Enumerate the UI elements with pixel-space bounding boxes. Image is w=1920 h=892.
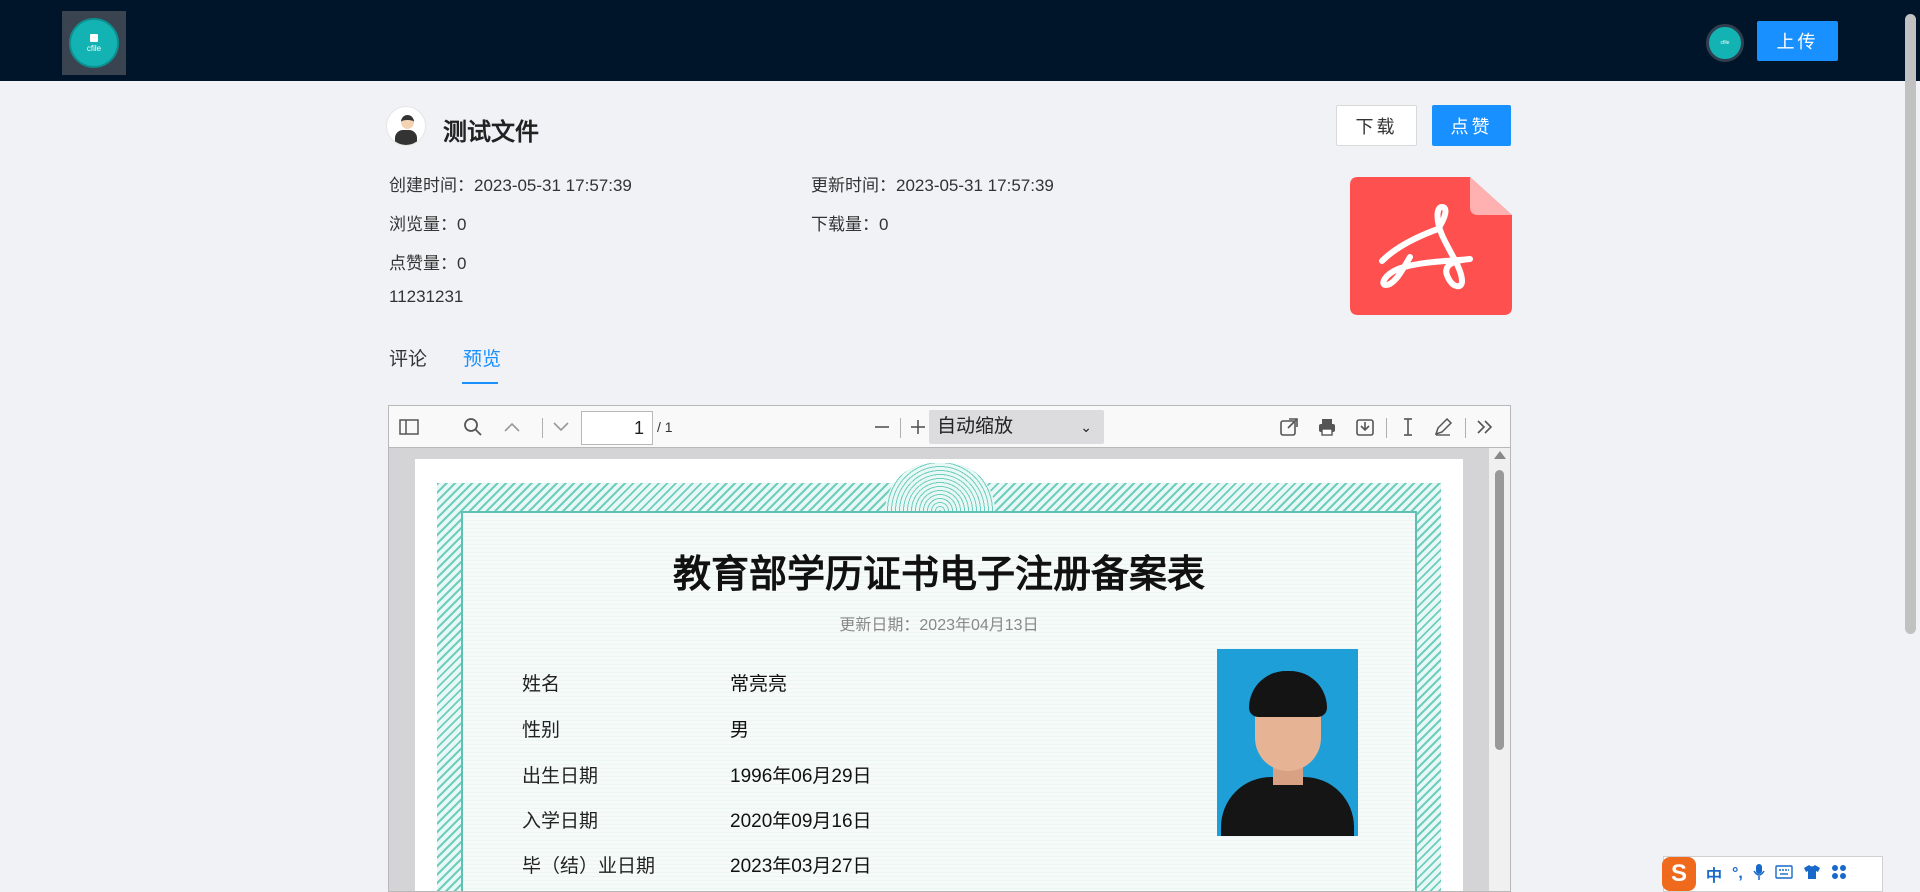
logo-text: cfile	[86, 43, 102, 53]
uploader-avatar	[386, 106, 426, 146]
view-count: 浏览量：0	[389, 215, 467, 234]
open-file-icon[interactable]	[1278, 416, 1300, 438]
zoom-in-icon[interactable]	[907, 416, 929, 438]
field-value: 1996年06月29日	[730, 766, 872, 787]
file-description: 11231231	[389, 287, 464, 306]
id-photo	[1217, 649, 1358, 836]
field-label: 入学日期	[522, 811, 599, 832]
zoom-select[interactable]: 自动缩放 ⌄	[929, 410, 1104, 444]
like-count: 点赞量：0	[389, 254, 467, 273]
text-select-icon[interactable]	[1397, 416, 1419, 438]
keyboard-icon[interactable]	[1775, 864, 1793, 884]
field-label: 性别	[522, 720, 561, 741]
zoom-value: 自动缩放	[937, 416, 1014, 437]
certificate-title: 教育部学历证书电子注册备案表	[672, 554, 1205, 596]
pdf-file-icon	[1350, 177, 1512, 315]
field-value: 男	[730, 720, 750, 741]
top-navbar: cfile cfile 上传	[0, 0, 1920, 81]
logo-icon: cfile	[69, 18, 119, 68]
ime-toolbar: S 中 °,	[1662, 856, 1883, 892]
certificate-crest	[885, 463, 995, 511]
print-icon[interactable]	[1316, 416, 1338, 438]
save-download-icon[interactable]	[1354, 416, 1376, 438]
page-total: / 1	[657, 419, 673, 435]
next-page-icon[interactable]	[550, 416, 572, 438]
scroll-up-icon[interactable]	[1494, 451, 1506, 459]
download-count: 下载量：0	[811, 215, 889, 234]
pdf-page: 教育部学历证书电子注册备案表 更新日期：2023年04月13日 姓名 常亮亮 性…	[415, 459, 1463, 891]
avatar-text: cfile	[1720, 40, 1730, 46]
pdf-toolbar: / 1 自动缩放 ⌄	[389, 406, 1510, 448]
field-value: 2023年03月27日	[730, 856, 872, 877]
ime-punctuation[interactable]: °,	[1732, 865, 1743, 883]
page-number-input[interactable]	[581, 411, 653, 445]
skin-shirt-icon[interactable]	[1803, 864, 1821, 885]
site-logo[interactable]: cfile	[62, 11, 126, 75]
more-tools-icon[interactable]	[1474, 416, 1496, 438]
zoom-out-icon[interactable]	[871, 416, 893, 438]
download-button[interactable]: 下载	[1336, 105, 1417, 146]
field-label: 姓名	[522, 674, 561, 695]
sidebar-toggle-icon[interactable]	[398, 416, 420, 438]
upload-button[interactable]: 上传	[1757, 21, 1838, 61]
tools-grid-icon[interactable]	[1831, 864, 1847, 885]
pdf-viewer: / 1 自动缩放 ⌄	[388, 405, 1511, 892]
ime-logo[interactable]: S	[1662, 857, 1696, 891]
updated-time: 更新时间：2023-05-31 17:57:39	[811, 176, 1054, 195]
draw-pen-icon[interactable]	[1432, 416, 1454, 438]
file-title: 测试文件	[443, 119, 539, 146]
previous-page-icon[interactable]	[501, 416, 523, 438]
field-value: 2020年09月16日	[730, 811, 872, 832]
chevron-down-icon: ⌄	[1080, 419, 1092, 435]
search-icon[interactable]	[462, 416, 484, 438]
ime-mode[interactable]: 中	[1706, 862, 1722, 886]
viewer-scrollbar-thumb[interactable]	[1495, 470, 1504, 750]
microphone-icon[interactable]	[1753, 863, 1765, 886]
created-time: 创建时间：2023-05-31 17:57:39	[389, 176, 632, 195]
like-button[interactable]: 点赞	[1432, 105, 1511, 146]
field-value: 常亮亮	[730, 674, 788, 695]
active-tab-indicator	[462, 382, 498, 384]
tab-preview[interactable]: 预览	[463, 344, 501, 371]
user-avatar[interactable]: cfile	[1706, 24, 1744, 62]
field-label: 出生日期	[522, 766, 599, 787]
certificate-update-date: 更新日期：2023年04月13日	[839, 617, 1039, 634]
tab-comments[interactable]: 评论	[389, 344, 427, 371]
page-scrollbar[interactable]	[1905, 14, 1916, 634]
field-label: 毕（结）业日期	[522, 856, 656, 877]
